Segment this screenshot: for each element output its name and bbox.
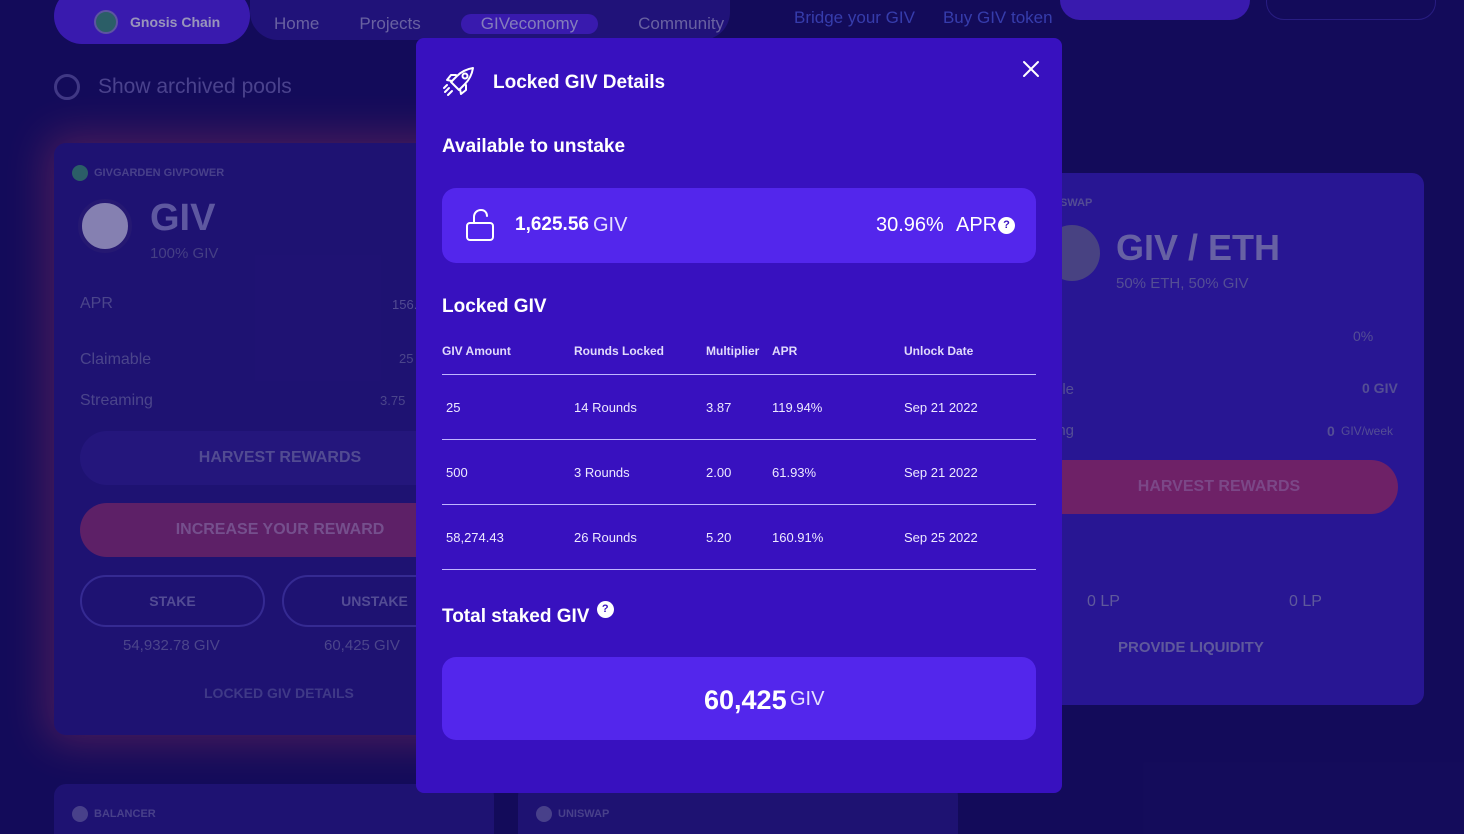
locked-title: Locked GIV [442, 296, 547, 317]
close-icon[interactable] [1020, 58, 1042, 80]
available-title: Available to unstake [442, 136, 626, 157]
col-multiplier: Multiplier [706, 344, 760, 358]
unlock-icon [466, 208, 494, 241]
total-unit: GIV [790, 688, 825, 710]
locked-giv-table: GIV Amount Rounds Locked Multiplier APR … [442, 344, 1036, 570]
cell-multiplier: 5.20 [706, 529, 732, 545]
available-unit: GIV [593, 214, 628, 236]
total-box: 60,425 GIV [442, 657, 1036, 740]
table-row: 500 3 Rounds 2.00 61.93% Sep 21 2022 [442, 440, 1036, 505]
total-help-icon[interactable]: ? [596, 601, 614, 618]
cell-multiplier: 2.00 [706, 464, 732, 480]
cell-unlock-date: Sep 21 2022 [904, 464, 978, 480]
rocket-icon [443, 67, 474, 96]
cell-amount: 25 [446, 399, 461, 415]
table-row: 25 14 Rounds 3.87 119.94% Sep 21 2022 [442, 375, 1036, 440]
col-apr: APR [772, 344, 798, 358]
cell-rounds: 26 Rounds [574, 529, 637, 545]
total-title: Total staked GIV ? [442, 601, 614, 628]
cell-apr: 61.93% [772, 464, 817, 480]
table-header: GIV Amount Rounds Locked Multiplier APR … [442, 344, 1036, 375]
available-box: 1,625.56 GIV 30.96% APR ? [442, 188, 1036, 263]
col-unlock-date: Unlock Date [904, 344, 974, 358]
available-amount: 1,625.56 [515, 214, 589, 235]
cell-rounds: 3 Rounds [574, 464, 630, 480]
apr-help-icon[interactable]: ? [998, 217, 1015, 234]
total-amount: 60,425 [704, 685, 787, 715]
cell-multiplier: 3.87 [706, 399, 732, 415]
col-giv-amount: GIV Amount [442, 344, 511, 358]
cell-amount: 58,274.43 [446, 529, 504, 545]
cell-amount: 500 [446, 464, 468, 480]
modal-title: Locked GIV Details [493, 72, 666, 93]
cell-unlock-date: Sep 25 2022 [904, 529, 978, 545]
col-rounds-locked: Rounds Locked [574, 344, 665, 358]
cell-apr: 160.91% [772, 529, 824, 545]
table-row: 58,274.43 26 Rounds 5.20 160.91% Sep 25 … [442, 505, 1036, 570]
available-apr-label: APR [956, 214, 998, 236]
total-title-text: Total staked GIV [442, 606, 590, 627]
cell-rounds: 14 Rounds [574, 399, 637, 415]
locked-giv-modal: Locked GIV Details Available to unstake … [416, 38, 1062, 793]
available-apr-value: 30.96% [876, 214, 944, 236]
cell-apr: 119.94% [772, 399, 823, 415]
cell-unlock-date: Sep 21 2022 [904, 399, 978, 415]
